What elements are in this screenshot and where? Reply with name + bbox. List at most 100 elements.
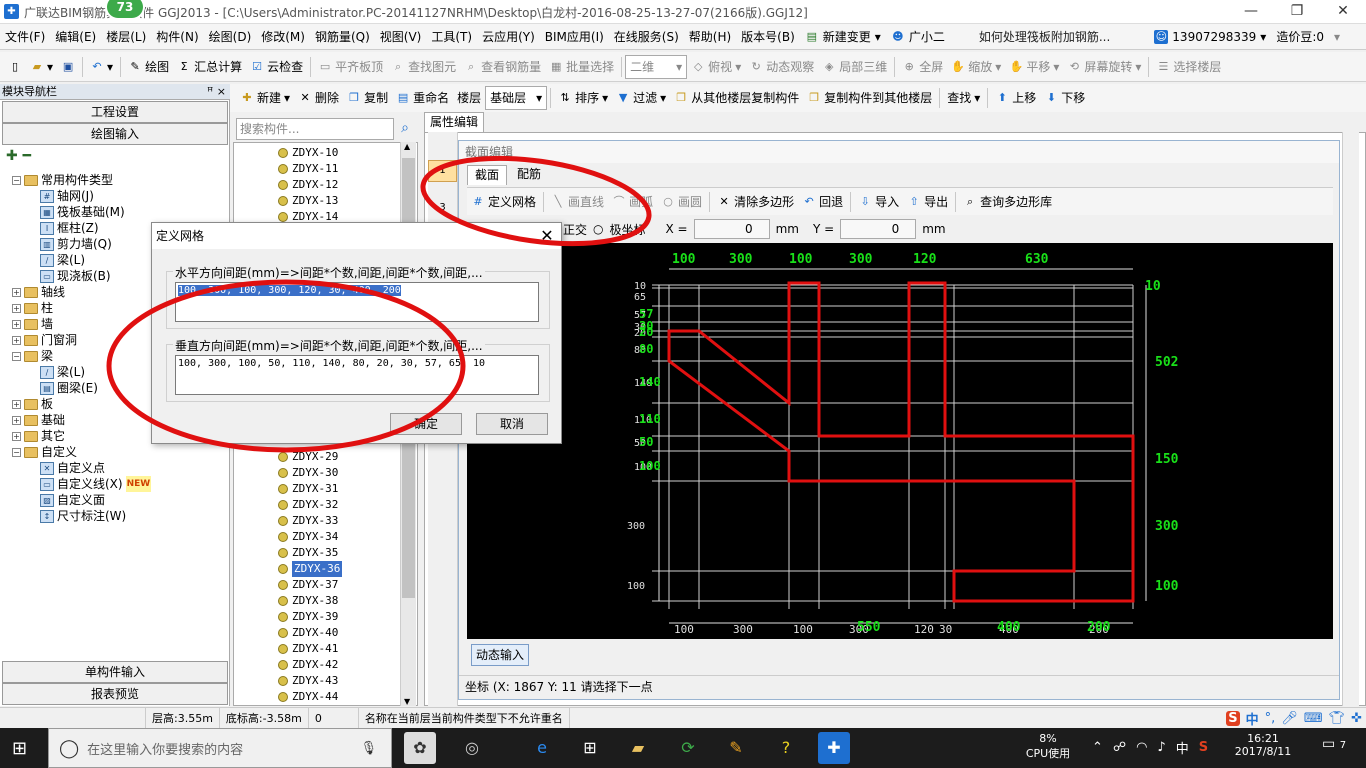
scroll-down-icon[interactable]: ▼ [404, 697, 410, 706]
y-input[interactable]: 0 [840, 219, 917, 239]
ad-link[interactable]: 如何处理筏板附加钢筋... [974, 24, 1115, 50]
find-element-button[interactable]: ⌕ 查找图元 [387, 55, 460, 79]
open-button[interactable]: ▰ ▾ [26, 55, 57, 79]
expand-icon[interactable]: + [12, 303, 21, 313]
zoom-button[interactable]: ✋ 缩放 ▾ [947, 55, 1005, 79]
tree-folder[interactable]: + 基础 [12, 412, 65, 428]
fullscreen-button[interactable]: ⊕ 全屏 [898, 55, 947, 79]
component-list-item[interactable]: ZDYX-36 [278, 561, 343, 577]
clock[interactable]: 16:21 2017/8/11 [1232, 732, 1294, 758]
tree-component[interactable]: # 轴网(J) [40, 188, 94, 204]
drawing-input-button[interactable]: 绘图输入 [2, 123, 228, 145]
report-preview-button[interactable]: 报表预览 [2, 683, 228, 705]
component-list-item[interactable]: ZDYX-41 [278, 641, 338, 657]
menu-item[interactable]: 工具(T) [426, 24, 477, 50]
new-file-button[interactable]: ▯ [4, 55, 26, 79]
tree-component[interactable]: ✕ 自定义点 [40, 460, 105, 476]
undo-button[interactable]: ↶ ▾ [86, 55, 117, 79]
draw-line-button[interactable]: ╲ 画直线 [547, 190, 608, 214]
tree-component[interactable]: ∕ 梁(L) [40, 252, 85, 268]
tree-component[interactable]: ↕ 尺寸标注(W) [40, 508, 126, 524]
define-grid-button[interactable]: # 定义网格 [467, 190, 540, 214]
tree-folder[interactable]: + 门窗洞 [12, 332, 77, 348]
horizontal-spacing-input[interactable]: 100, 300, 100, 300, 120, 30, 400, 200 [175, 282, 539, 322]
system-tray[interactable]: ⌃ ☍ ◠ ♪ 中 S [1092, 738, 1208, 757]
move-up-button[interactable]: ⬆ 上移 [991, 86, 1040, 110]
notification-center-icon[interactable]: ▭ 7 [1322, 736, 1346, 752]
component-list-item[interactable]: ZDYX-11 [278, 161, 338, 177]
edge-icon[interactable]: e [526, 732, 558, 764]
tree-folder[interactable]: + 其它 [12, 428, 65, 444]
search-icon[interactable]: ⌕ [395, 118, 415, 140]
menu-item[interactable]: 版本号(B) [736, 24, 800, 50]
local-3d-button[interactable]: ◈ 局部三维 [818, 55, 891, 79]
menu-item[interactable]: 修改(M) [256, 24, 310, 50]
flat-top-button[interactable]: ▭ 平齐板顶 [314, 55, 387, 79]
tree-component[interactable]: ▨ 自定义面 [40, 492, 105, 508]
explorer-icon[interactable]: ▰ [622, 732, 654, 764]
notes-app-icon[interactable]: ✎ [720, 732, 752, 764]
menu-dropdown-icon[interactable]: ▾ [1329, 24, 1345, 50]
component-list-item[interactable]: ZDYX-30 [278, 465, 338, 481]
tree-folder[interactable]: + 柱 [12, 300, 53, 316]
dialog-close-icon[interactable]: ✕ [536, 225, 558, 247]
query-polygon-library-button[interactable]: ⌕ 查询多边形库 [959, 190, 1056, 214]
expand-icon[interactable]: + [12, 431, 21, 441]
scroll-up-icon[interactable]: ▲ [404, 142, 410, 151]
cloud-check-button[interactable]: ☑ 云检查 [246, 55, 307, 79]
component-list-item[interactable]: ZDYX-32 [278, 497, 338, 513]
tab-property-edit[interactable]: 属性编辑 [424, 112, 484, 132]
taskbar-search[interactable]: ◯ 在这里输入你要搜索的内容 🎙︎ [48, 728, 392, 768]
tree-component[interactable]: I 框柱(Z) [40, 220, 99, 236]
menu-item[interactable]: 云应用(Y) [477, 24, 540, 50]
component-list-item[interactable]: ZDYX-39 [278, 609, 338, 625]
component-list-item[interactable]: ZDYX-43 [278, 673, 338, 689]
tab-rebar[interactable]: 配筋 [509, 165, 549, 185]
polar-radio[interactable]: ○ [593, 222, 603, 236]
expand-icon[interactable]: + [12, 415, 21, 425]
menu-item[interactable]: 在线服务(S) [609, 24, 684, 50]
refresh-app-icon[interactable]: ⟳ [672, 732, 704, 764]
dynamic-observe-button[interactable]: ↻ 动态观察 [745, 55, 818, 79]
glodon-app-icon[interactable]: ✚ [818, 732, 850, 764]
close-button[interactable]: ✕ [1320, 0, 1366, 24]
rename-button[interactable]: ▤ 重命名 [392, 86, 453, 110]
x-input[interactable]: 0 [693, 219, 770, 239]
rotate-screen-button[interactable]: ⟲ 屏幕旋转 ▾ [1063, 55, 1145, 79]
component-list-item[interactable]: ZDYX-31 [278, 481, 338, 497]
component-list-item[interactable]: ZDYX-44 [278, 689, 338, 705]
tree-folder[interactable]: + 墙 [12, 316, 53, 332]
ortho-option[interactable]: 正交 [563, 221, 587, 238]
tree-folder[interactable]: − 梁 [12, 348, 53, 364]
component-list-item[interactable]: ZDYX-33 [278, 513, 338, 529]
draw-circle-button[interactable]: ○ 画圆 [657, 190, 706, 214]
find-button[interactable]: 查找 ▾ [943, 86, 984, 110]
pin-close-icon[interactable]: ꟸ × [207, 84, 226, 100]
ok-button[interactable]: 确定 [390, 413, 462, 435]
component-list-item[interactable]: ZDYX-12 [278, 177, 338, 193]
collapse-icon[interactable]: − [12, 175, 21, 185]
draw-arc-button[interactable]: ⌒ 画弧 [608, 190, 657, 214]
draw-button[interactable]: ✎ 绘图 [124, 55, 173, 79]
component-list-item[interactable]: ZDYX-29 [278, 449, 338, 465]
new-component-button[interactable]: ✚ 新建 ▾ [236, 86, 294, 110]
app-icon[interactable]: ◎ [456, 732, 488, 764]
component-list-item[interactable]: ZDYX-42 [278, 657, 338, 673]
move-down-button[interactable]: ⬇ 下移 [1040, 86, 1089, 110]
store-icon[interactable]: ⊞ [574, 732, 606, 764]
component-search-input[interactable]: 搜索构件... [236, 118, 394, 140]
collapse-icon[interactable]: − [12, 447, 21, 457]
collapse-icon[interactable]: − [12, 351, 21, 361]
menu-item[interactable]: 绘图(D) [204, 24, 257, 50]
pan-button[interactable]: ✋ 平移 ▾ [1005, 55, 1063, 79]
expand-icon[interactable]: + [12, 399, 21, 409]
view-mode-select[interactable]: 二维 ▾ [625, 54, 688, 79]
dynamic-input-button[interactable]: 动态输入 [471, 644, 529, 666]
menu-item[interactable]: 构件(N) [151, 24, 203, 50]
menu-item[interactable]: 钢筋量(Q) [310, 24, 375, 50]
tree-component[interactable]: ▤ 圈梁(E) [40, 380, 98, 396]
menu-item[interactable]: BIM应用(I) [540, 24, 609, 50]
save-button[interactable]: ▣ [57, 55, 79, 79]
price-bean[interactable]: 造价豆:0 [1271, 24, 1329, 50]
row-number[interactable]: 1 [428, 160, 457, 182]
